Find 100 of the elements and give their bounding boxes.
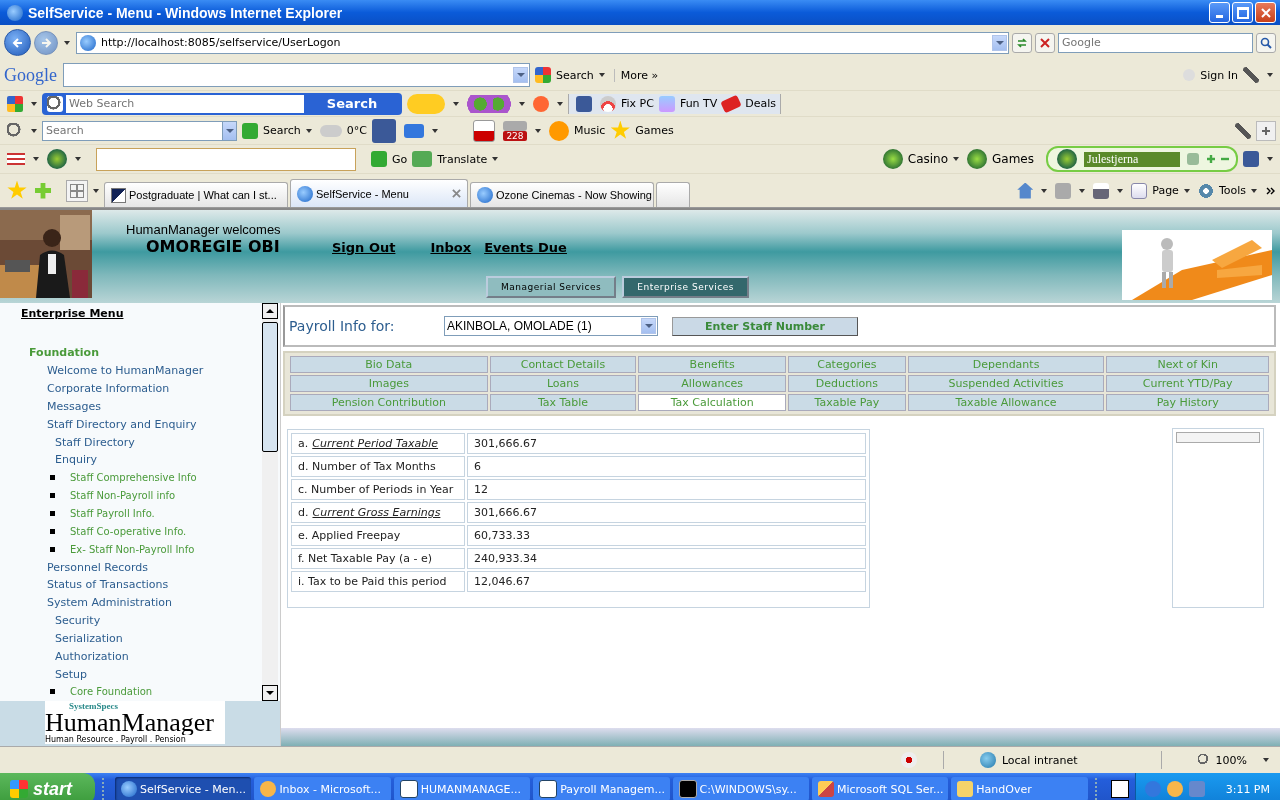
minimize-button[interactable] bbox=[1209, 2, 1230, 23]
command-menu[interactable]: Tools bbox=[1218, 184, 1246, 197]
address-field[interactable]: http://localhost:8085/selfservice/UserLogon bbox=[76, 31, 1009, 54]
caret-icon[interactable] bbox=[1183, 188, 1190, 193]
menu-link[interactable]: Staff Directory and Enquiry bbox=[0, 417, 197, 431]
printer-icon[interactable] bbox=[1093, 182, 1110, 199]
employee-dropdown[interactable]: AKINBOLA, OMOLADE (1) bbox=[444, 316, 658, 336]
taskbar-button[interactable]: C:\WINDOWS\sy... bbox=[672, 777, 809, 800]
caret-icon[interactable] bbox=[453, 101, 459, 106]
menu-link[interactable]: Enquiry bbox=[0, 453, 97, 467]
video-icon[interactable] bbox=[473, 119, 495, 142]
refresh-button[interactable] bbox=[1012, 32, 1032, 53]
caret-icon[interactable] bbox=[93, 188, 99, 193]
caret-icon[interactable] bbox=[953, 157, 959, 161]
caret-icon[interactable] bbox=[31, 101, 37, 106]
search-field[interactable]: Web Search bbox=[66, 94, 304, 113]
caret-icon[interactable] bbox=[535, 128, 541, 133]
globe-icon[interactable] bbox=[47, 149, 67, 169]
close-tab-icon[interactable] bbox=[452, 189, 461, 198]
menu-link[interactable]: Ex- Staff Non-Payroll Info bbox=[55, 543, 195, 555]
caret-icon[interactable] bbox=[519, 101, 525, 106]
menu-link[interactable]: Messages bbox=[0, 399, 101, 413]
gauge-icon[interactable] bbox=[600, 95, 616, 112]
menu-link[interactable]: Staff Non-Payroll info bbox=[55, 490, 176, 502]
dropdown-button[interactable] bbox=[513, 67, 528, 83]
table-link[interactable]: Current Gross Earnings bbox=[312, 506, 441, 519]
caret-icon[interactable] bbox=[432, 128, 438, 133]
search-button[interactable]: Search bbox=[556, 68, 594, 82]
caret-icon[interactable] bbox=[1267, 157, 1273, 161]
menu-link[interactable]: Staff Directory bbox=[0, 435, 135, 449]
search-button[interactable]: Search bbox=[304, 94, 400, 113]
scrollbar[interactable] bbox=[262, 303, 278, 701]
quick-tabs-button[interactable] bbox=[66, 179, 88, 202]
service-tab[interactable]: Enterprise Services bbox=[622, 276, 749, 298]
taskbar-button[interactable]: SelfService - Men... bbox=[115, 777, 252, 800]
tag-icon[interactable] bbox=[720, 94, 742, 113]
caret-icon[interactable] bbox=[557, 101, 563, 106]
caret-icon[interactable] bbox=[64, 40, 70, 45]
dropdown-button[interactable] bbox=[222, 120, 237, 141]
home-icon[interactable] bbox=[1017, 182, 1034, 199]
menu-link[interactable]: Setup bbox=[0, 667, 88, 681]
toolbar-link[interactable]: Games bbox=[992, 152, 1034, 166]
volume-up-icon[interactable] bbox=[1206, 154, 1216, 164]
zoom-level[interactable]: 100% bbox=[1215, 753, 1247, 767]
menu-link[interactable]: System Administration bbox=[0, 596, 172, 610]
taskbar-button[interactable]: HandOver bbox=[951, 777, 1088, 800]
search-field[interactable]: Search bbox=[42, 120, 222, 141]
info-tab[interactable]: Tax Calculation bbox=[638, 394, 786, 411]
menu-link[interactable]: Staff Comprehensive Info bbox=[55, 472, 197, 484]
stop-button[interactable] bbox=[1035, 32, 1055, 53]
search-field[interactable]: Google bbox=[1058, 32, 1253, 53]
search-button[interactable] bbox=[1256, 32, 1276, 53]
taskbar-button[interactable]: Microsoft SQL Ser... bbox=[811, 777, 949, 800]
caret-icon[interactable] bbox=[33, 157, 39, 161]
menu-link[interactable]: Security bbox=[0, 614, 101, 628]
translate-button[interactable]: Translate bbox=[437, 152, 488, 166]
search-field[interactable] bbox=[63, 63, 530, 87]
table-link[interactable]: Current Period Taxable bbox=[312, 437, 439, 450]
toolbar-link[interactable]: Casino bbox=[907, 152, 948, 166]
dropdown-button[interactable] bbox=[641, 318, 656, 334]
toolbar-link[interactable]: Games bbox=[635, 124, 674, 137]
toolbar-link[interactable]: Music bbox=[574, 124, 606, 137]
menu-link[interactable]: Serialization bbox=[0, 631, 123, 645]
google-icon[interactable] bbox=[535, 67, 551, 83]
toolbar-link[interactable]: Fix PC bbox=[621, 97, 654, 110]
dropdown-button[interactable] bbox=[992, 34, 1007, 51]
close-button[interactable] bbox=[1255, 2, 1276, 23]
sign-in-link[interactable]: Sign In bbox=[1200, 68, 1238, 82]
menu-link[interactable]: Authorization bbox=[0, 649, 129, 663]
caret-icon[interactable] bbox=[1079, 188, 1086, 193]
more-button[interactable]: More » bbox=[613, 68, 659, 82]
caret-icon[interactable] bbox=[492, 157, 499, 161]
caret-icon[interactable] bbox=[1041, 188, 1048, 193]
restore-button[interactable] bbox=[1232, 2, 1253, 23]
eyes-icon[interactable] bbox=[467, 94, 511, 113]
header-link[interactable]: Inbox bbox=[430, 240, 472, 255]
go-button[interactable]: Go bbox=[392, 152, 408, 166]
caret-icon[interactable] bbox=[1251, 188, 1257, 193]
back-button[interactable] bbox=[4, 29, 31, 56]
page-edit-icon[interactable] bbox=[1131, 182, 1148, 199]
toolbar-link[interactable]: Deals bbox=[745, 97, 777, 110]
menu-link[interactable]: Status of Transactions bbox=[0, 578, 169, 592]
menu-link[interactable]: Core Foundation bbox=[55, 686, 153, 698]
menu-link[interactable]: Staff Payroll Info. bbox=[55, 508, 155, 519]
menu-link[interactable]: Welcome to HumanManager bbox=[0, 364, 204, 378]
caret-icon[interactable] bbox=[1117, 188, 1124, 193]
browser-tab[interactable]: Ozone Cinemas - Now Showing bbox=[470, 182, 654, 207]
browser-tab[interactable]: Postgraduate | What can I st... bbox=[104, 182, 288, 207]
header-link[interactable]: Events Due bbox=[484, 240, 567, 255]
menu-link[interactable]: Staff Co-operative Info. bbox=[55, 525, 187, 537]
browser-tab[interactable]: SelfService - Menu bbox=[290, 179, 468, 207]
taskbar-button[interactable]: Payroll Managem... bbox=[533, 777, 670, 800]
header-link[interactable]: Sign Out bbox=[332, 240, 396, 255]
caret-icon[interactable] bbox=[75, 157, 81, 161]
station-field[interactable]: Julestjerna bbox=[1084, 151, 1180, 167]
translate-field[interactable] bbox=[96, 147, 356, 171]
magnifier-icon[interactable] bbox=[1197, 754, 1210, 766]
forward-button[interactable] bbox=[34, 30, 58, 55]
more-chevron-icon[interactable] bbox=[1266, 186, 1276, 195]
taskbar-button[interactable]: HUMANMANAGE... bbox=[393, 777, 531, 800]
